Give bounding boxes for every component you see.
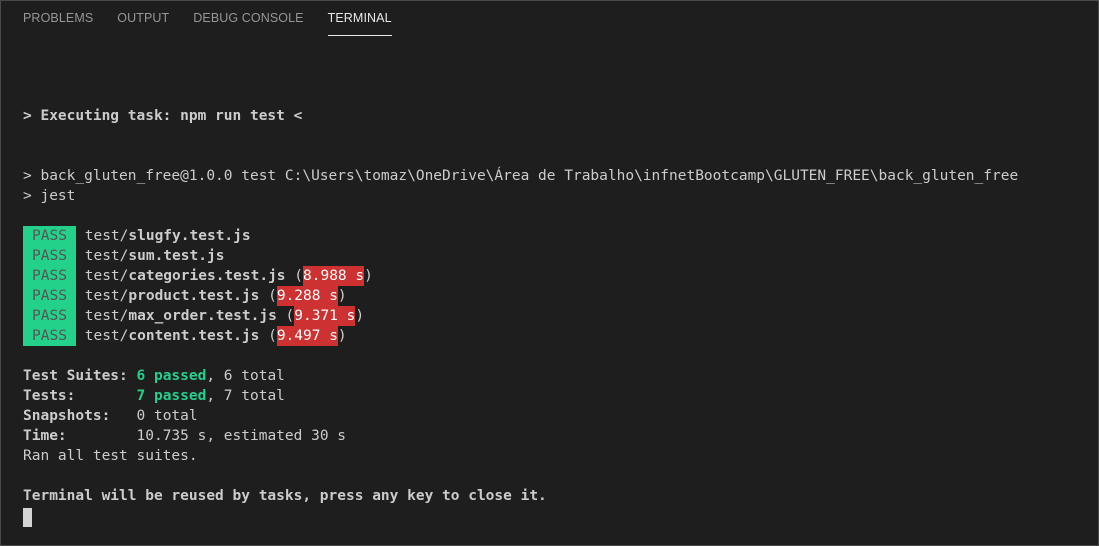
passed-count: 7 passed [136,388,207,404]
pass-badge: PASS [23,286,76,306]
test-result-row: PASS test/product.test.js (9.288 s) [23,286,347,306]
test-file: product.test.js [128,288,260,304]
summary-tests: Tests: 7 passed, 7 total [23,386,285,406]
test-dir: test/ [84,308,129,324]
total-count: , 7 total [206,388,285,404]
duration-badge: 9.497 s [276,326,338,346]
test-file: slugfy.test.js [128,228,251,244]
summary-test-suites: Test Suites: 6 passed, 6 total [23,366,285,386]
test-file: content.test.js [128,328,260,344]
reuse-message: Terminal will be reused by tasks, press … [23,488,547,504]
time-value: 10.735 s, estimated 30 s [136,428,347,444]
pass-badge: PASS [23,226,76,246]
test-dir: test/ [84,268,129,284]
pass-badge: PASS [23,246,76,266]
pass-badge: PASS [23,306,76,326]
summary-label: Test Suites: [23,368,137,384]
summary-time: Time: 10.735 s, estimated 30 s [23,426,346,446]
duration-badge: 9.371 s [294,306,356,326]
summary-label: Snapshots: [23,408,137,424]
passed-count: 6 passed [136,368,207,384]
executing-task-line: > Executing task: npm run test < [23,108,303,124]
panel: PROBLEMS OUTPUT DEBUG CONSOLE TERMINAL >… [0,0,1099,546]
snapshots-value: 0 total [136,408,198,424]
test-dir: test/ [84,228,129,244]
total-count: , 6 total [206,368,285,384]
summary-label: Tests: [23,388,137,404]
test-result-row: PASS test/slugfy.test.js [23,226,251,246]
test-dir: test/ [84,288,129,304]
pass-badge: PASS [23,266,76,286]
terminal-cursor [23,508,32,527]
summary-snapshots: Snapshots: 0 total [23,406,198,426]
duration-badge: 9.288 s [276,286,338,306]
test-result-row: PASS test/content.test.js (9.497 s) [23,326,347,346]
summary-label: Time: [23,428,137,444]
test-file: sum.test.js [128,248,225,264]
ran-all-line: Ran all test suites. [23,448,198,464]
pass-badge: PASS [23,326,76,346]
jest-line: > jest [23,188,76,204]
duration-badge: 8.988 s [303,266,365,286]
npm-script-line: > back_gluten_free@1.0.0 test C:\Users\t… [23,168,1019,184]
test-file: categories.test.js [128,268,286,284]
test-dir: test/ [84,328,129,344]
test-result-row: PASS test/categories.test.js (8.988 s) [23,266,373,286]
terminal-output[interactable]: > Executing task: npm run test < > back_… [23,1,1098,545]
test-file: max_order.test.js [128,308,277,324]
test-result-row: PASS test/max_order.test.js (9.371 s) [23,306,364,326]
test-dir: test/ [84,248,129,264]
test-result-row: PASS test/sum.test.js [23,246,224,266]
